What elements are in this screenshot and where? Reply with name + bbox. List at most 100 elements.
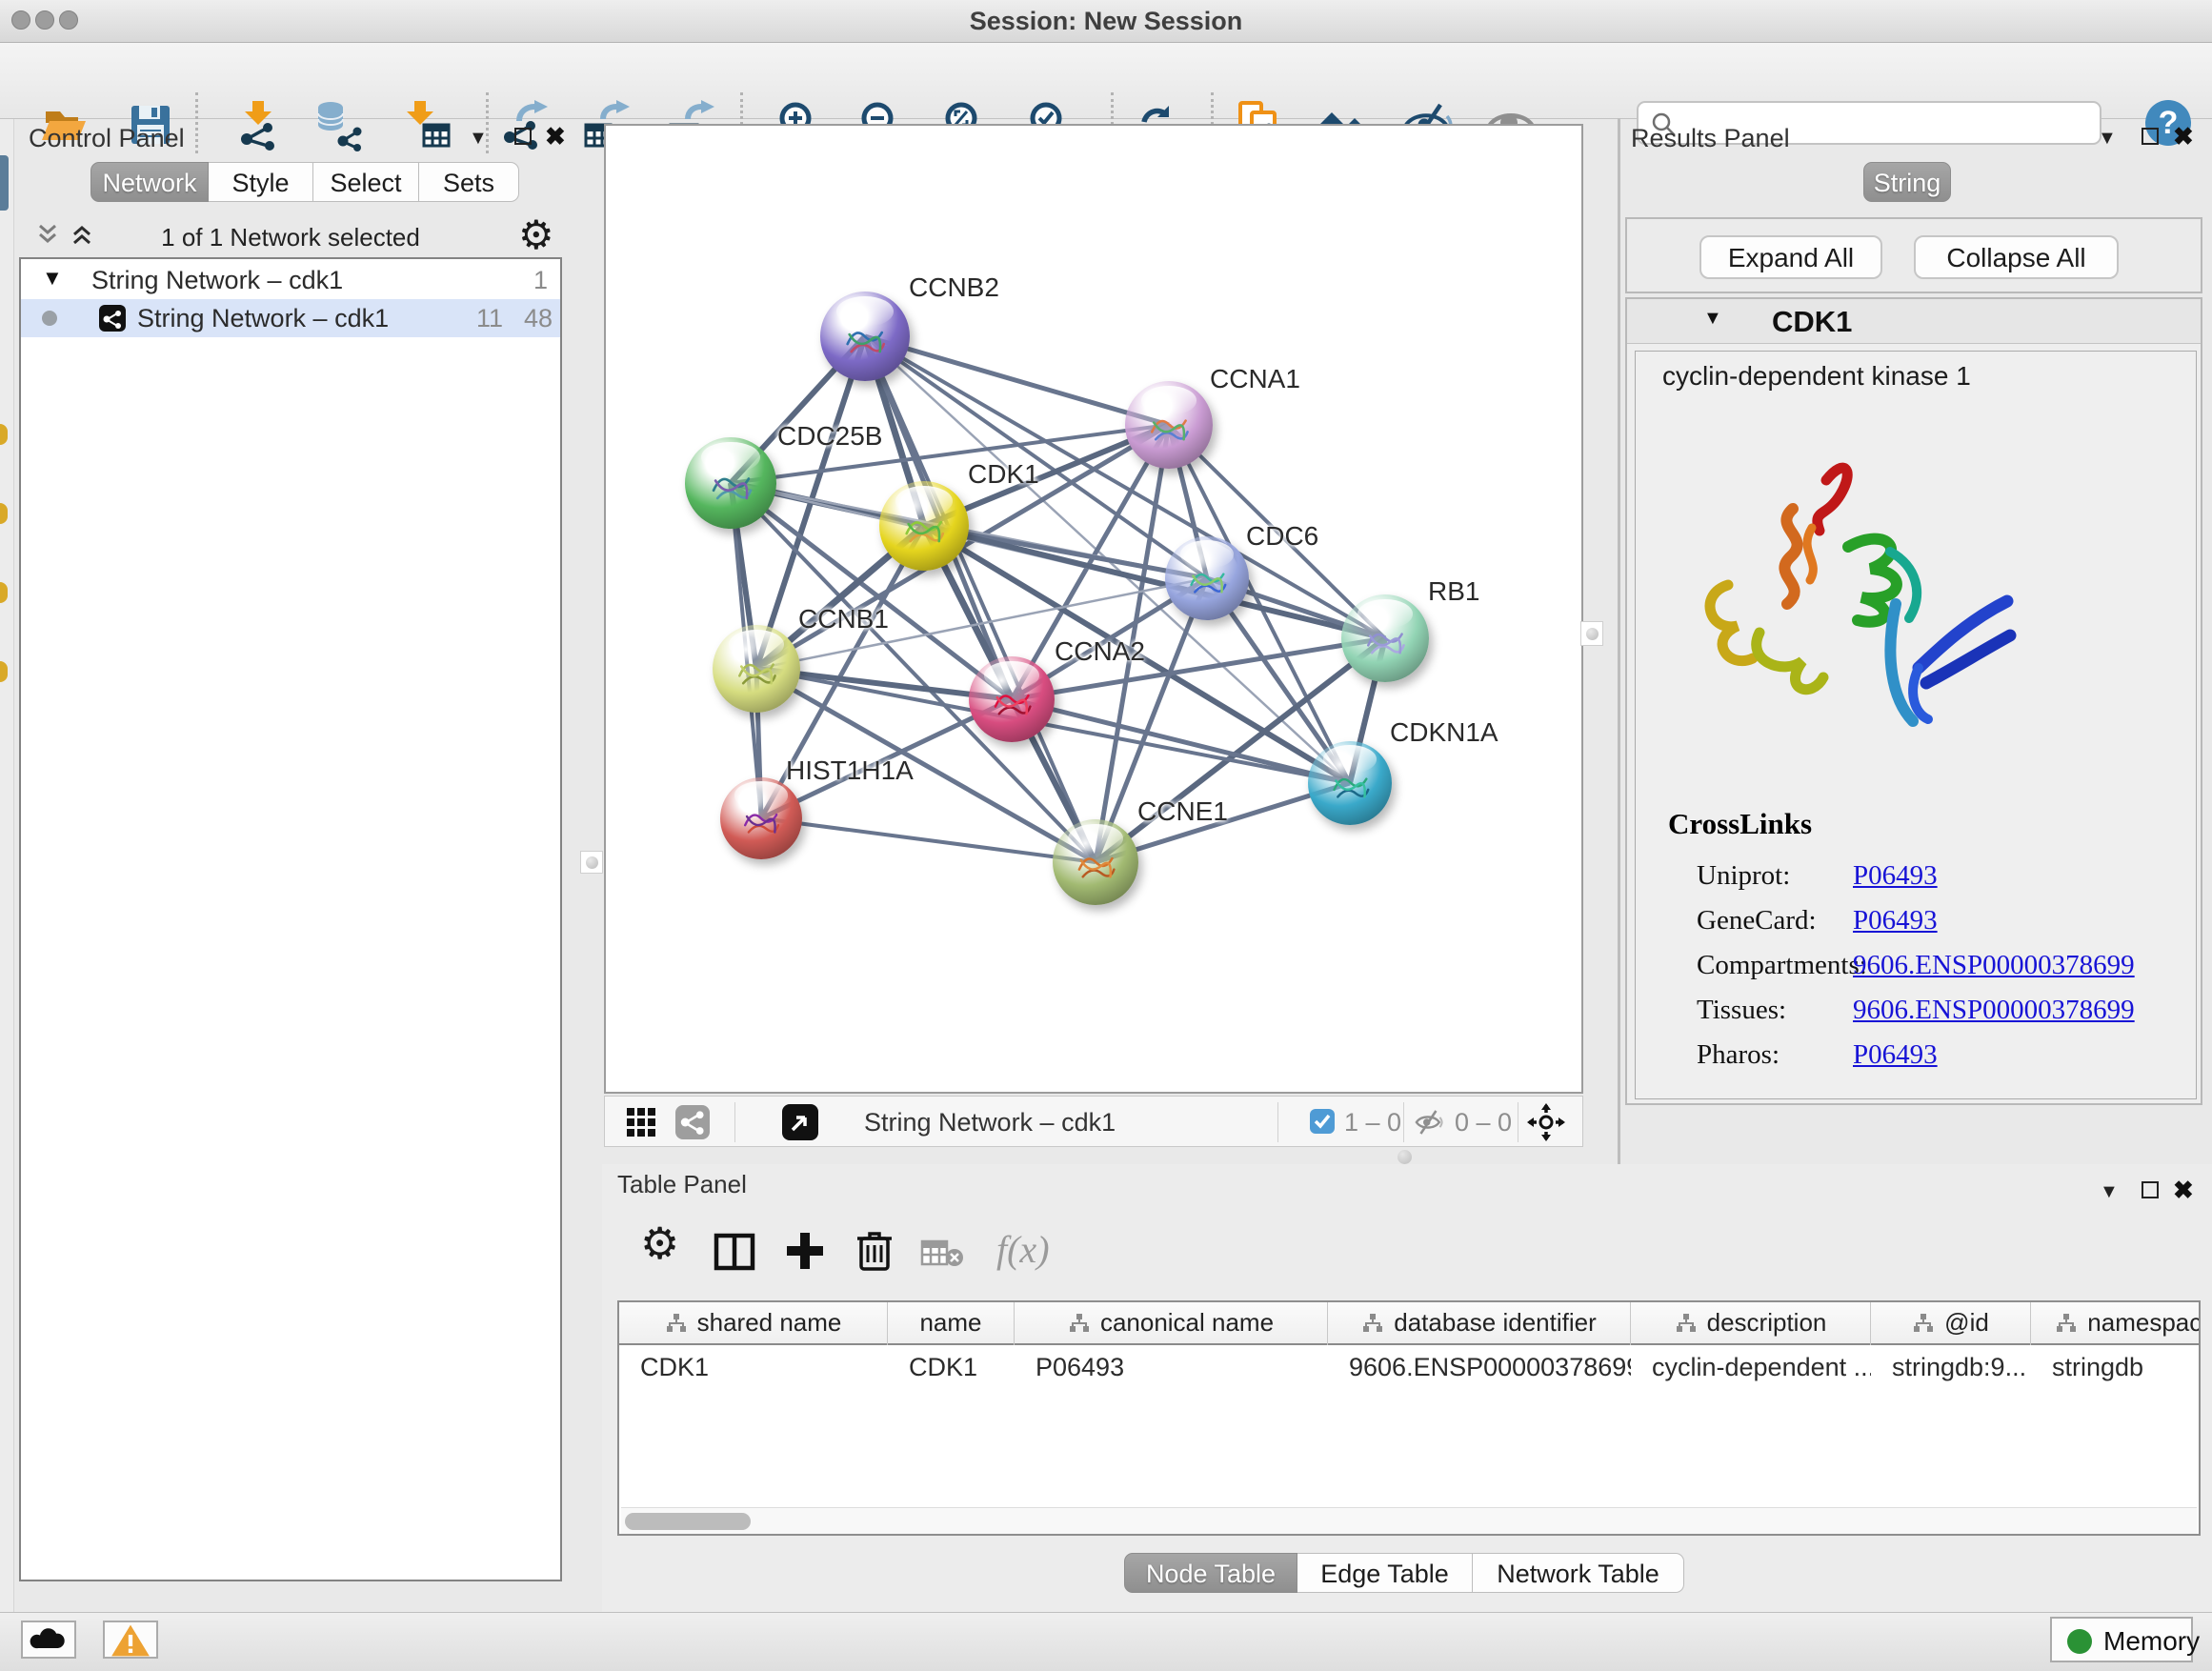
column-header-canonical-name[interactable]: canonical name <box>1015 1302 1328 1345</box>
network-type-icon <box>99 305 126 332</box>
control-panel-close-icon[interactable]: ✖ <box>545 126 566 147</box>
collection-count: 1 <box>533 261 548 299</box>
crosslink-link[interactable]: P06493 <box>1853 1039 1938 1070</box>
results-panel-close-icon[interactable]: ✖ <box>2173 126 2194 147</box>
protein-card-header[interactable]: ▼ CDK1 <box>1627 299 2201 344</box>
grid-view-icon[interactable] <box>626 1107 656 1137</box>
network-node-ccna2[interactable] <box>969 656 1055 742</box>
tab-style[interactable]: Style <box>209 162 313 202</box>
network-canvas[interactable]: CCNB2 CCNA1 CDC25B CDK1 <box>604 124 1583 1094</box>
node-label-ccna1: CCNA1 <box>1210 364 1300 394</box>
table-settings-gear-icon[interactable]: ⚙ <box>640 1218 679 1269</box>
pan-crosshair-icon[interactable] <box>1527 1103 1565 1141</box>
protein-collapse-arrow-icon[interactable]: ▼ <box>1703 308 1722 330</box>
tab-select[interactable]: Select <box>313 162 419 202</box>
network-selection-status: 1 of 1 Network selected <box>19 223 562 252</box>
node-label-cdc6: CDC6 <box>1246 521 1318 552</box>
delete-table-icon <box>920 1238 964 1267</box>
tab-sets[interactable]: Sets <box>419 162 519 202</box>
table-panel-menu-icon[interactable]: ▼ <box>2100 1181 2119 1203</box>
network-node-rb1[interactable] <box>1341 594 1429 682</box>
show-columns-icon[interactable] <box>713 1231 756 1273</box>
tab-network[interactable]: Network <box>90 162 209 202</box>
table-horizontal-scrollbar[interactable] <box>621 1507 2197 1535</box>
network-node-ccnb1[interactable] <box>713 625 800 713</box>
crosslink-link[interactable]: P06493 <box>1853 860 1938 891</box>
table-cell[interactable]: stringdb:9... <box>1871 1347 2031 1387</box>
table-cell[interactable]: P06493 <box>1015 1347 1328 1387</box>
crosslink-row: Pharos:P06493 <box>1697 1036 1938 1074</box>
node-gloss <box>701 442 759 473</box>
network-edge[interactable] <box>761 818 1096 862</box>
collection-expand-arrow-icon[interactable]: ▼ <box>42 259 63 297</box>
delete-column-icon[interactable] <box>854 1227 895 1273</box>
table-row[interactable]: CDK1CDK1P064939606.ENSP00000378699cyclin… <box>619 1347 2201 1387</box>
control-panel-menu-icon[interactable]: ▼ <box>469 128 488 150</box>
toolbar-separator <box>1403 1102 1404 1142</box>
column-header-shared-name[interactable]: shared name <box>619 1302 888 1345</box>
table-panel-close-icon[interactable]: ✖ <box>2173 1179 2194 1200</box>
network-collection-row[interactable]: ▼ String Network – cdk1 1 <box>21 261 560 299</box>
column-header-namespace[interactable]: namespace <box>2031 1302 2201 1345</box>
selected-checkbox-icon[interactable] <box>1310 1109 1335 1134</box>
network-node-cdkn1a[interactable] <box>1308 741 1392 825</box>
app-window: Session: New Session <box>0 0 2212 1671</box>
warning-button[interactable] <box>103 1621 158 1659</box>
column-header-name[interactable]: name <box>888 1302 1015 1345</box>
crosslink-link[interactable]: 9606.ENSP00000378699 <box>1853 995 2135 1025</box>
control-panel-float-icon[interactable] <box>514 128 532 145</box>
import-table-file-icon[interactable] <box>399 98 452 151</box>
memory-button[interactable]: Memory <box>2050 1617 2193 1662</box>
control-panel-gear-icon[interactable]: ⚙ <box>518 211 554 258</box>
results-panel-title: Results Panel <box>1631 124 1790 153</box>
table-cell[interactable]: cyclin-dependent ... <box>1631 1347 1871 1387</box>
crosslink-link[interactable]: P06493 <box>1853 905 1938 936</box>
network-share-view-icon[interactable] <box>675 1105 710 1139</box>
table-cell[interactable]: CDK1 <box>619 1347 888 1387</box>
import-network-file-icon[interactable] <box>231 98 285 151</box>
network-node-ccnb2[interactable] <box>820 292 910 381</box>
function-builder-icon: f(x) <box>996 1227 1050 1272</box>
expand-all-button[interactable]: Expand All <box>1699 235 1882 279</box>
tab-network-table[interactable]: Network Table <box>1473 1553 1684 1593</box>
main-toolbar: ? <box>0 43 2212 119</box>
results-panel-float-icon[interactable] <box>2142 128 2159 145</box>
right-splitter-handle[interactable] <box>1580 621 1603 646</box>
protein-description: cyclin-dependent kinase 1 <box>1662 361 1971 392</box>
network-row-selected[interactable]: String Network – cdk1 11 48 <box>21 299 560 337</box>
node-label-ccnb1: CCNB1 <box>798 604 889 634</box>
column-header-database-identifier[interactable]: database identifier <box>1328 1302 1631 1345</box>
node-gloss <box>1068 824 1123 854</box>
table-cell[interactable]: stringdb <box>2031 1347 2201 1387</box>
network-node-hist1h1a[interactable] <box>720 777 802 859</box>
network-label: String Network – cdk1 <box>137 299 389 337</box>
table-cell[interactable]: 9606.ENSP00000378699 <box>1328 1347 1631 1387</box>
memory-label: Memory <box>2103 1626 2200 1657</box>
network-node-ccne1[interactable] <box>1053 819 1138 905</box>
cloud-button[interactable] <box>21 1621 76 1659</box>
network-node-cdk1[interactable] <box>879 481 969 571</box>
tab-node-table[interactable]: Node Table <box>1124 1553 1297 1593</box>
scrollbar-thumb[interactable] <box>625 1513 751 1530</box>
network-node-cdc25b[interactable] <box>685 437 776 529</box>
collapse-all-button[interactable]: Collapse All <box>1914 235 2119 279</box>
network-node-cdc6[interactable] <box>1165 536 1249 620</box>
open-in-window-icon[interactable] <box>782 1104 818 1140</box>
column-header-description[interactable]: description <box>1631 1302 1871 1345</box>
crosslink-link[interactable]: 9606.ENSP00000378699 <box>1853 950 2135 980</box>
network-edge[interactable] <box>865 336 1169 425</box>
left-splitter-handle[interactable] <box>580 851 603 874</box>
results-panel-menu-icon[interactable]: ▼ <box>2098 128 2117 150</box>
status-bar: Memory <box>0 1612 2212 1671</box>
table-panel-float-icon[interactable] <box>2142 1181 2159 1198</box>
titlebar: Session: New Session <box>0 0 2212 43</box>
tab-edge-table[interactable]: Edge Table <box>1297 1553 1473 1593</box>
column-header--id[interactable]: @id <box>1871 1302 2031 1345</box>
bottom-splitter-handle[interactable] <box>1398 1150 1412 1164</box>
add-column-icon[interactable] <box>783 1229 827 1273</box>
tab-string[interactable]: String <box>1863 162 1951 202</box>
network-node-ccna1[interactable] <box>1125 381 1213 469</box>
table-cell[interactable]: CDK1 <box>888 1347 1015 1387</box>
import-network-database-icon[interactable] <box>312 98 365 151</box>
column-header-label: description <box>1707 1308 1827 1337</box>
